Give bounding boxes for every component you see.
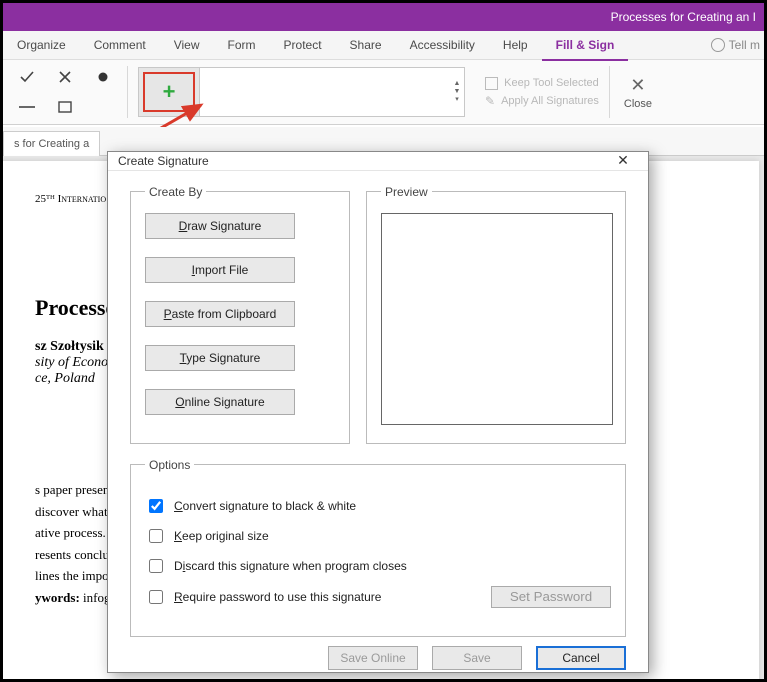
opt-discard-checkbox[interactable]: [149, 559, 163, 573]
document-tab[interactable]: s for Creating a: [3, 131, 100, 156]
tool-spacer: [89, 94, 117, 120]
type-signature-button[interactable]: Type Signature: [145, 345, 295, 371]
tool-cross[interactable]: [51, 64, 79, 90]
keep-tool-label: Keep Tool Selected: [504, 77, 599, 89]
online-signature-button[interactable]: Online Signature: [145, 389, 295, 415]
keep-tool-selected[interactable]: Keep Tool Selected: [485, 77, 599, 90]
ribbon: + ▲ ▼ ▾ Keep Tool Selected ✎ Apply All Si…: [3, 60, 764, 125]
gallery-down[interactable]: ▼: [450, 88, 464, 96]
opt-convert-label: Convert signature to black & white: [174, 499, 356, 513]
tab-accessibility[interactable]: Accessibility: [396, 31, 489, 59]
preview-canvas: [381, 213, 613, 425]
gallery-up[interactable]: ▲: [450, 80, 464, 88]
tell-me-label: Tell m: [729, 38, 760, 52]
opt-require-checkbox[interactable]: [149, 590, 163, 604]
tab-view[interactable]: View: [160, 31, 214, 59]
tab-fill-sign[interactable]: Fill & Sign: [542, 31, 629, 61]
add-signature-button[interactable]: +: [139, 68, 200, 116]
close-label: Close: [624, 98, 652, 110]
save-button: Save: [432, 646, 522, 670]
close-icon: ✕: [630, 75, 645, 96]
opt-keep-label: Keep original size: [174, 529, 269, 543]
draw-signature-button[interactable]: Draw Signature: [145, 213, 295, 239]
create-by-legend: Create By: [145, 185, 206, 199]
pen-icon: ✎: [485, 94, 495, 108]
tell-me[interactable]: Tell m: [711, 38, 764, 52]
tab-organize[interactable]: Organize: [3, 31, 80, 59]
create-by-group: Create By Draw Signature Import File Pas…: [130, 185, 350, 444]
tab-form[interactable]: Form: [214, 31, 270, 59]
opt-keep-checkbox[interactable]: [149, 529, 163, 543]
window-title: Processes for Creating an I: [611, 10, 756, 24]
preview-legend: Preview: [381, 185, 432, 199]
paste-clipboard-button[interactable]: Paste from Clipboard: [145, 301, 295, 327]
preview-group: Preview: [366, 185, 626, 444]
create-signature-dialog: Create Signature ✕ Create By Draw Signat…: [107, 151, 649, 673]
window-titlebar: Processes for Creating an I: [3, 3, 764, 31]
tab-protect[interactable]: Protect: [270, 31, 336, 59]
apply-all-label: Apply All Signatures: [501, 95, 599, 107]
tool-check[interactable]: [13, 64, 41, 90]
opt-require-label: Require password to use this signature: [174, 590, 381, 604]
ribbon-tabs: Organize Comment View Form Protect Share…: [3, 31, 764, 60]
btn-label: mport File: [195, 263, 248, 277]
signature-gallery: + ▲ ▼ ▾: [138, 67, 465, 117]
apply-all-signatures[interactable]: ✎ Apply All Signatures: [485, 94, 599, 108]
btn-label: aste from Clipboard: [172, 307, 277, 321]
btn-label: ype Signature: [186, 351, 260, 365]
tool-line[interactable]: [13, 94, 41, 120]
opt-discard-label: Discard this signature when program clos…: [174, 559, 407, 573]
options-legend: Options: [145, 458, 194, 472]
tab-help[interactable]: Help: [489, 31, 542, 59]
options-group: Options Convert signature to black & whi…: [130, 458, 626, 637]
tool-dot[interactable]: [89, 64, 117, 90]
doc-author: sz Szołtysik: [35, 339, 104, 354]
close-ribbon-button[interactable]: ✕ Close: [610, 60, 666, 124]
tab-share[interactable]: Share: [336, 31, 396, 59]
import-file-button[interactable]: Import File: [145, 257, 295, 283]
set-password-button: Set Password: [491, 586, 611, 608]
bulb-icon: [711, 38, 725, 52]
dialog-close-button[interactable]: ✕: [608, 152, 638, 169]
cancel-button[interactable]: Cancel: [536, 646, 626, 670]
gallery-more[interactable]: ▾: [450, 96, 464, 104]
dialog-title: Create Signature: [118, 154, 209, 168]
plus-icon: +: [163, 79, 176, 105]
btn-label: nline Signature: [185, 395, 265, 409]
save-online-button: Save Online: [328, 646, 418, 670]
tab-comment[interactable]: Comment: [80, 31, 160, 59]
tool-rect[interactable]: [51, 94, 79, 120]
btn-label: raw Signature: [187, 219, 261, 233]
opt-convert-checkbox[interactable]: [149, 499, 163, 513]
